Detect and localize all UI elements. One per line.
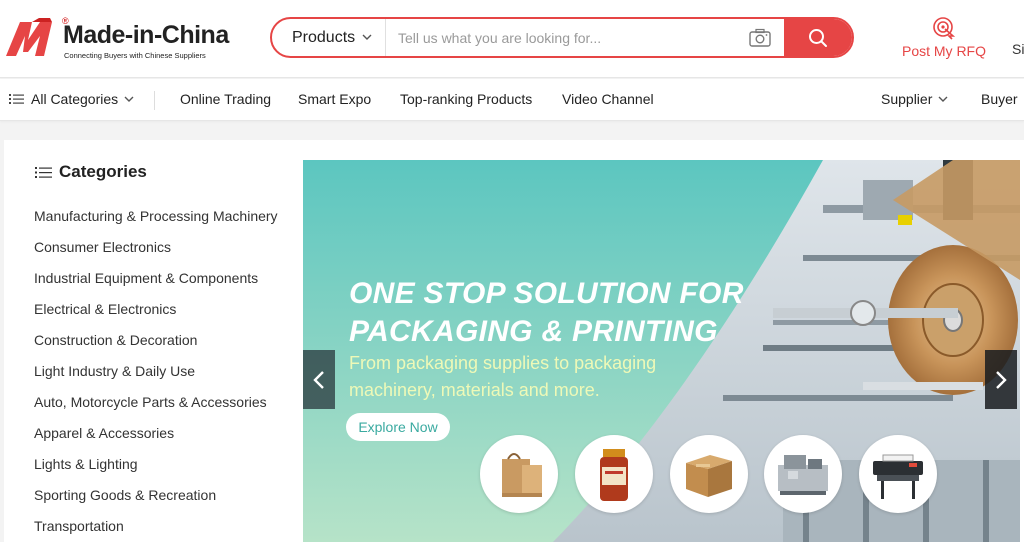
buyer-label: Buyer xyxy=(981,91,1018,107)
search-category-select[interactable]: Products xyxy=(272,19,386,56)
nav-divider xyxy=(154,91,155,110)
supplier-menu[interactable]: Supplier xyxy=(881,91,948,107)
made-in-china-logo-icon xyxy=(6,18,52,56)
explore-now-button[interactable]: Explore Now xyxy=(346,413,450,441)
chevron-down-icon xyxy=(362,34,372,40)
nav-online-trading[interactable]: Online Trading xyxy=(180,91,271,107)
category-item[interactable]: Lights & Lighting xyxy=(34,456,278,487)
carousel-next-button[interactable] xyxy=(985,350,1017,409)
search-category-label: Products xyxy=(292,28,356,46)
banner-subtitle: From packaging supplies to packaging mac… xyxy=(349,353,657,400)
category-item[interactable]: Industrial Equipment & Components xyxy=(34,270,278,301)
list-icon xyxy=(9,94,24,104)
supplier-label: Supplier xyxy=(881,91,933,107)
camera-icon[interactable] xyxy=(748,28,772,48)
search-bar: Products xyxy=(270,17,854,58)
category-item[interactable]: Apparel & Accessories xyxy=(34,425,278,456)
product-thumb-printer[interactable] xyxy=(859,435,937,513)
banner-headline-line-2: PACKAGING & PRINTING xyxy=(349,315,718,348)
product-thumb-carton[interactable] xyxy=(670,435,748,513)
printer-icon xyxy=(873,454,923,499)
product-thumb-packaging-machine[interactable] xyxy=(764,435,842,513)
nav-video-channel[interactable]: Video Channel xyxy=(562,91,654,107)
nav-top-ranking-products[interactable]: Top-ranking Products xyxy=(400,91,532,107)
brand-logo[interactable]: ® Made-in-China Connecting Buyers with C… xyxy=(6,14,236,64)
banner-headline-line-1: ONE STOP SOLUTION FOR xyxy=(349,277,744,310)
all-categories-menu[interactable]: All Categories xyxy=(9,91,134,107)
paper-bag-icon xyxy=(502,453,542,497)
jar-icon xyxy=(600,449,628,501)
category-item[interactable]: Electrical & Electronics xyxy=(34,301,278,332)
brand-name: Made-in-China xyxy=(63,21,229,49)
chevron-left-icon xyxy=(313,370,324,389)
chevron-right-icon xyxy=(996,370,1007,389)
carton-box-icon xyxy=(686,455,732,497)
banner-headline: ONE STOP SOLUTION FOR PACKAGING & PRINTI… xyxy=(349,275,744,351)
top-header: ® Made-in-China Connecting Buyers with C… xyxy=(0,0,1024,78)
chevron-down-icon xyxy=(938,96,948,102)
carousel-prev-button[interactable] xyxy=(303,350,335,409)
categories-title: Categories xyxy=(59,162,147,181)
product-thumb-jar[interactable] xyxy=(575,435,653,513)
hero-banner[interactable]: ONE STOP SOLUTION FOR PACKAGING & PRINTI… xyxy=(303,160,1020,542)
category-list: Manufacturing & Processing Machinery Con… xyxy=(34,208,278,542)
categories-heading: Categories xyxy=(35,162,147,182)
category-item[interactable]: Sporting Goods & Recreation xyxy=(34,487,278,518)
chevron-down-icon xyxy=(124,96,134,102)
brand-tagline: Connecting Buyers with Chinese Suppliers xyxy=(64,51,206,60)
rfq-label: Post My RFQ xyxy=(901,43,986,59)
sign-in-link[interactable]: Si xyxy=(1012,41,1024,57)
post-rfq-link[interactable]: Post My RFQ xyxy=(898,16,990,66)
nav-smart-expo[interactable]: Smart Expo xyxy=(298,91,371,107)
main-nav: All Categories Online Trading Smart Expo… xyxy=(0,79,1024,121)
list-icon xyxy=(35,166,52,178)
rfq-target-icon xyxy=(933,17,956,40)
buyer-menu[interactable]: Buyer xyxy=(981,91,1024,107)
main-content: Categories Manufacturing & Processing Ma… xyxy=(4,140,1024,542)
search-icon xyxy=(809,28,827,47)
category-item[interactable]: Auto, Motorcycle Parts & Accessories xyxy=(34,394,278,425)
search-input[interactable] xyxy=(390,19,750,56)
category-item[interactable]: Light Industry & Daily Use xyxy=(34,363,278,394)
category-item[interactable]: Consumer Electronics xyxy=(34,239,278,270)
category-item[interactable]: Manufacturing & Processing Machinery xyxy=(34,208,278,239)
category-item[interactable]: Construction & Decoration xyxy=(34,332,278,363)
category-item[interactable]: Transportation xyxy=(34,518,278,542)
packaging-machine-icon xyxy=(778,455,828,495)
product-thumb-paper-bag[interactable] xyxy=(480,435,558,513)
categories-panel: Categories Manufacturing & Processing Ma… xyxy=(4,140,302,542)
search-button[interactable] xyxy=(784,19,852,56)
all-categories-label: All Categories xyxy=(31,91,119,107)
